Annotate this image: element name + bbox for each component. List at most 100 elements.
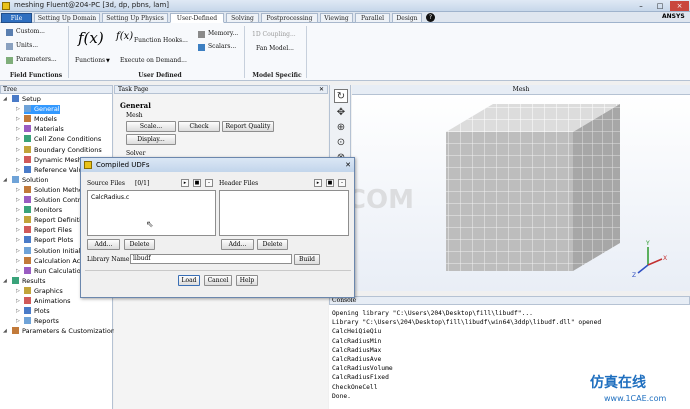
functions-dropdown-button[interactable]: Functions [75,57,105,64]
fan-model-button[interactable]: Fan Model... [256,45,294,52]
collapsed-arrow-icon[interactable]: ▷ [16,258,20,264]
source-file-item[interactable]: CalcRadius.c [91,194,129,201]
source-collapse-icon[interactable]: – [205,179,213,187]
1d-coupling-button[interactable]: 1D Coupling... [252,31,296,38]
collapsed-arrow-icon[interactable]: ▷ [16,298,20,304]
display-mesh-button[interactable]: Display... [126,134,176,145]
minimize-button[interactable]: – [632,1,650,11]
tree-item[interactable]: Results [12,276,46,286]
tab-parallel[interactable]: Parallel [355,13,390,23]
add-header-button[interactable]: Add... [221,239,254,250]
tree-item[interactable]: Models [24,115,57,124]
units-button[interactable]: Units... [16,42,38,49]
tree-item[interactable]: Reports [24,317,59,326]
header-select-all-icon[interactable]: ▸ [314,179,322,187]
collapsed-arrow-icon[interactable]: ▷ [16,318,20,324]
tree-item[interactable]: Materials [24,125,64,134]
collapsed-arrow-icon[interactable]: ▷ [16,106,20,112]
header-deselect-icon[interactable]: ■ [326,179,334,187]
expanded-arrow-icon[interactable]: ◢ [3,96,7,102]
cancel-button[interactable]: Cancel [204,275,232,286]
source-select-all-icon[interactable]: ▸ [181,179,189,187]
add-source-button[interactable]: Add... [87,239,120,250]
collapsed-arrow-icon[interactable]: ▷ [16,237,20,243]
source-deselect-icon[interactable]: ■ [193,179,201,187]
scalars-button[interactable]: Scalars... [208,43,236,50]
memory-button[interactable]: Memory... [208,30,238,37]
tree-item[interactable]: General [24,105,60,115]
tab-user-defined[interactable]: User-Defined [170,13,224,23]
functions-fx-icon[interactable]: f(x) [78,29,104,47]
rotate-view-icon[interactable]: ↻ [334,89,348,103]
tree-item[interactable]: Report Files [24,226,72,235]
expanded-arrow-icon[interactable]: ◢ [3,177,7,183]
delete-header-button[interactable]: Delete [257,239,288,250]
tree-item[interactable]: Dynamic Mesh [24,155,82,165]
collapsed-arrow-icon[interactable]: ▷ [16,308,20,314]
collapsed-arrow-icon[interactable]: ▷ [16,227,20,233]
execute-on-demand-button[interactable]: Execute on Demand... [120,57,187,64]
check-button[interactable]: Check [178,121,220,132]
collapsed-arrow-icon[interactable]: ▷ [16,248,20,254]
maximize-button[interactable]: □ [651,1,669,11]
tree-item[interactable]: Solution [12,175,49,185]
tree-item[interactable]: Report Plots [24,236,73,245]
tab-setting-up-domain[interactable]: Setting Up Domain [34,13,100,23]
tab-solving[interactable]: Solving [226,13,259,23]
help-icon[interactable]: ? [426,13,435,22]
collapsed-arrow-icon[interactable]: ▷ [16,126,20,132]
tree-item[interactable]: Run Calculation [24,266,85,276]
tab-postprocessing[interactable]: Postprocessing [261,13,318,23]
close-panel-icon[interactable]: ✕ [319,86,324,94]
collapsed-arrow-icon[interactable]: ▷ [16,197,20,203]
collapsed-arrow-icon[interactable]: ▷ [16,217,20,223]
pan-icon[interactable]: ✥ [334,106,348,120]
expanded-arrow-icon[interactable]: ◢ [3,328,7,334]
collapsed-arrow-icon[interactable]: ▷ [16,288,20,294]
ribbon-separator [306,26,307,78]
collapsed-arrow-icon[interactable]: ▷ [16,157,20,163]
tab-design[interactable]: Design [392,13,422,23]
zoom-in-icon[interactable]: ⊕ [334,121,348,135]
header-files-list[interactable] [219,190,349,236]
tree-item[interactable]: Boundary Conditions [24,145,102,155]
help-button[interactable]: Help [236,275,258,286]
delete-source-button[interactable]: Delete [124,239,155,250]
parameters-button[interactable]: Parameters... [16,56,57,63]
header-collapse-icon[interactable]: – [338,179,346,187]
report-quality-button[interactable]: Report Quality [222,121,274,132]
collapsed-arrow-icon[interactable]: ▷ [16,136,20,142]
collapsed-arrow-icon[interactable]: ▷ [16,187,20,193]
close-window-button[interactable]: × [670,1,689,11]
tree-item[interactable]: Monitors [24,206,62,215]
expanded-arrow-icon[interactable]: ◢ [3,278,7,284]
tree-item-label: Results [22,276,46,285]
load-button[interactable]: Load [178,275,200,286]
collapsed-arrow-icon[interactable]: ▷ [16,167,20,173]
tree-item-label: Solution [22,175,49,184]
function-hooks-button[interactable]: Function Hooks... [134,37,188,44]
materials-icon [24,125,31,133]
tree-item[interactable]: Animations [24,297,71,306]
tree-item-label: Report Plots [34,236,74,245]
tree-item[interactable]: Plots [24,307,50,316]
tree-item[interactable]: Cell Zone Conditions [24,135,101,144]
tree-item[interactable]: Parameters & Customization [12,327,115,336]
tab-setting-up-physics[interactable]: Setting Up Physics [102,13,168,23]
source-files-list[interactable]: CalcRadius.c ⇖ [87,190,216,236]
dialog-close-icon[interactable]: ✕ [345,158,351,172]
collapsed-arrow-icon[interactable]: ▷ [16,268,20,274]
collapsed-arrow-icon[interactable]: ▷ [16,147,20,153]
tree-item[interactable]: Graphics [24,286,63,296]
collapsed-arrow-icon[interactable]: ▷ [16,116,20,122]
tree-item[interactable]: Setup [12,95,41,104]
build-button[interactable]: Build [294,254,320,265]
library-name-input[interactable]: libudf [130,254,292,264]
methods-icon [24,185,31,193]
tab-viewing[interactable]: Viewing [320,13,353,23]
zoom-box-icon[interactable]: ⊙ [334,136,348,150]
custom-field-function-button[interactable]: Custom... [16,28,45,35]
collapsed-arrow-icon[interactable]: ▷ [16,207,20,213]
tab-file[interactable]: File [1,13,32,23]
scale-button[interactable]: Scale... [126,121,176,132]
